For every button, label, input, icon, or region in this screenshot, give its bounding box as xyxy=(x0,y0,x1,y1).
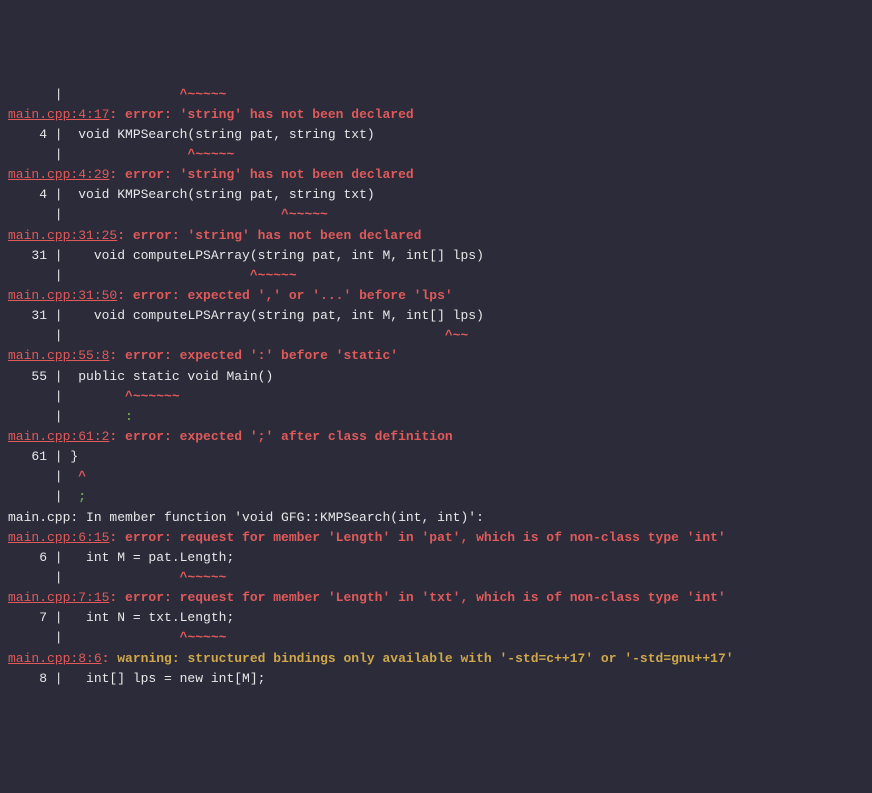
output-line: | ^~~~~~ xyxy=(8,85,864,105)
diagnostic-kind: error: xyxy=(125,590,180,605)
file-location[interactable]: main.cpp:4:17 xyxy=(8,107,109,122)
diagnostic-kind: error: xyxy=(125,530,180,545)
diagnostic-kind: error: xyxy=(125,348,180,363)
file-location[interactable]: main.cpp:7:15 xyxy=(8,590,109,605)
line-gutter: 31 | xyxy=(8,308,94,323)
diagnostic-kind: error: xyxy=(125,429,180,444)
file-location[interactable]: main.cpp:6:15 xyxy=(8,530,109,545)
source-code: void computeLPSArray(string pat, int M, … xyxy=(94,248,484,263)
output-line: | ^~~~~~ xyxy=(8,628,864,648)
compiler-output: | ^~~~~~main.cpp:4:17: error: 'string' h… xyxy=(8,85,864,689)
output-line: | ; xyxy=(8,487,864,507)
line-gutter: 31 | xyxy=(8,248,94,263)
output-line: 55 | public static void Main() xyxy=(8,367,864,387)
caret-marker: ^~~~~~ xyxy=(281,207,328,222)
source-code: int[] lps = new int[M]; xyxy=(86,671,265,686)
diagnostic-kind: error: xyxy=(133,228,188,243)
line-gutter: 4 | xyxy=(8,187,78,202)
source-code: } xyxy=(70,449,78,464)
caret-marker: ^~~~~~ xyxy=(180,570,227,585)
output-line: | ^~~~~~ xyxy=(8,568,864,588)
line-gutter: 4 | xyxy=(8,127,78,142)
line-gutter: 8 | xyxy=(8,671,86,686)
source-code: void computeLPSArray(string pat, int M, … xyxy=(94,308,484,323)
file-location[interactable]: main.cpp:31:25 xyxy=(8,228,117,243)
caret-marker: ^~~ xyxy=(445,328,468,343)
output-line: main.cpp:55:8: error: expected ':' befor… xyxy=(8,346,864,366)
output-line: main.cpp:6:15: error: request for member… xyxy=(8,528,864,548)
output-line: 4 | void KMPSearch(string pat, string tx… xyxy=(8,185,864,205)
output-line: 31 | void computeLPSArray(string pat, in… xyxy=(8,306,864,326)
line-gutter: 61 | xyxy=(8,449,70,464)
file-location[interactable]: main.cpp:4:29 xyxy=(8,167,109,182)
diagnostic-message: request for member 'Length' in 'pat', wh… xyxy=(180,530,726,545)
caret-marker: ^~~~~~~ xyxy=(125,389,180,404)
output-line: main.cpp:31:25: error: 'string' has not … xyxy=(8,226,864,246)
file-location[interactable]: main.cpp:31:50 xyxy=(8,288,117,303)
diagnostic-message: expected ',' or '...' before 'lps' xyxy=(187,288,452,303)
output-line: 8 | int[] lps = new int[M]; xyxy=(8,669,864,689)
output-line: | ^~~ xyxy=(8,326,864,346)
diagnostic-kind: error: xyxy=(133,288,188,303)
caret-marker: ^~~~~~ xyxy=(180,630,227,645)
line-gutter: 7 | xyxy=(8,610,86,625)
caret-marker: ^ xyxy=(78,469,86,484)
output-line: main.cpp:7:15: error: request for member… xyxy=(8,588,864,608)
diagnostic-message: structured bindings only available with … xyxy=(187,651,733,666)
source-code: public static void Main() xyxy=(78,369,273,384)
diagnostic-kind: error: xyxy=(125,107,180,122)
line-gutter: 55 | xyxy=(8,369,78,384)
diagnostic-kind: error: xyxy=(125,167,180,182)
output-line: 6 | int M = pat.Length; xyxy=(8,548,864,568)
output-line: | ^~~~~~~ xyxy=(8,387,864,407)
context-note: main.cpp: In member function 'void GFG::… xyxy=(8,510,484,525)
diagnostic-message: expected ':' before 'static' xyxy=(180,348,398,363)
diagnostic-message: 'string' has not been declared xyxy=(180,107,414,122)
output-line: | : xyxy=(8,407,864,427)
output-line: 61 | } xyxy=(8,447,864,467)
output-line: | ^ xyxy=(8,467,864,487)
caret-marker: ^~~~~~ xyxy=(187,147,234,162)
output-line: | ^~~~~~ xyxy=(8,266,864,286)
file-location[interactable]: main.cpp:61:2 xyxy=(8,429,109,444)
diagnostic-kind: warning: xyxy=(117,651,187,666)
diagnostic-message: expected ';' after class definition xyxy=(180,429,453,444)
file-location[interactable]: main.cpp:55:8 xyxy=(8,348,109,363)
line-gutter: 6 | xyxy=(8,550,86,565)
diagnostic-message: 'string' has not been declared xyxy=(187,228,421,243)
diagnostic-message: request for member 'Length' in 'txt', wh… xyxy=(180,590,726,605)
source-code: void KMPSearch(string pat, string txt) xyxy=(78,127,374,142)
output-line: main.cpp: In member function 'void GFG::… xyxy=(8,508,864,528)
output-line: main.cpp:4:29: error: 'string' has not b… xyxy=(8,165,864,185)
source-code: int M = pat.Length; xyxy=(86,550,234,565)
output-line: 31 | void computeLPSArray(string pat, in… xyxy=(8,246,864,266)
file-location[interactable]: main.cpp:8:6 xyxy=(8,651,102,666)
source-code: int N = txt.Length; xyxy=(86,610,234,625)
output-line: 7 | int N = txt.Length; xyxy=(8,608,864,628)
caret-marker: ^~~~~~ xyxy=(180,87,227,102)
output-line: main.cpp:8:6: warning: structured bindin… xyxy=(8,649,864,669)
output-line: | ^~~~~~ xyxy=(8,205,864,225)
output-line: main.cpp:61:2: error: expected ';' after… xyxy=(8,427,864,447)
diagnostic-message: 'string' has not been declared xyxy=(180,167,414,182)
caret-marker: ^~~~~~ xyxy=(250,268,297,283)
fixit-hint: : xyxy=(125,409,133,424)
output-line: main.cpp:4:17: error: 'string' has not b… xyxy=(8,105,864,125)
source-code: void KMPSearch(string pat, string txt) xyxy=(78,187,374,202)
output-line: 4 | void KMPSearch(string pat, string tx… xyxy=(8,125,864,145)
fixit-hint: ; xyxy=(78,489,86,504)
output-line: main.cpp:31:50: error: expected ',' or '… xyxy=(8,286,864,306)
output-line: | ^~~~~~ xyxy=(8,145,864,165)
